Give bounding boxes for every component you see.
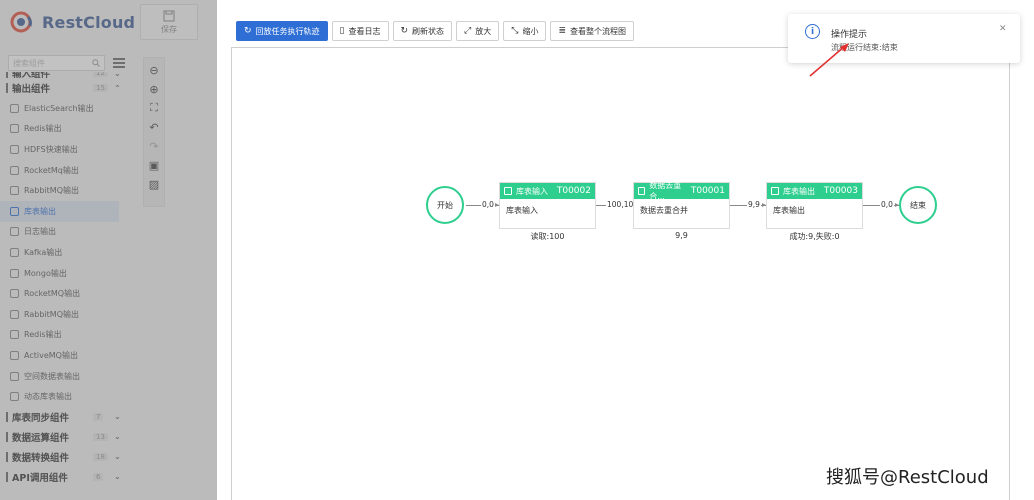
node-name: 库表输入 — [506, 206, 538, 215]
zoom-in-button[interactable]: ⤢ 放大 — [456, 21, 500, 41]
node-name: 数据去重合并 — [640, 206, 688, 215]
table-input-icon — [504, 187, 512, 195]
node-stat: 读取:100 — [530, 232, 565, 241]
view-log-button[interactable]: ▯ 查看日志 — [331, 21, 389, 41]
menu-icon: ≣ — [558, 26, 566, 36]
left-panel: RestCloud 保存 搜索组件 输入组件 12 ⌄ 输出组件 15 ⌃ El… — [0, 0, 217, 500]
notification-title: 操作提示 — [831, 30, 868, 40]
flow-node-dedup-merge[interactable]: 数据去重合... T00001 数据去重合并 — [633, 181, 730, 229]
refresh-icon: ↻ — [400, 26, 409, 36]
dedup-icon — [638, 187, 646, 195]
refresh-status-button[interactable]: ↻ 刷新状态 — [392, 21, 453, 41]
node-stat: 9,9 — [675, 231, 688, 240]
modal-mask — [0, 0, 217, 500]
zoom-out-button[interactable]: ⤡ 缩小 — [503, 21, 547, 41]
start-node[interactable]: 开始 — [426, 186, 464, 224]
flow-node-table-input[interactable]: 库表输入 T00002 库表输入 — [499, 182, 596, 229]
view-whole-flow-button[interactable]: ≣ 查看整个流程图 — [550, 21, 634, 41]
close-icon[interactable]: ✕ — [999, 24, 1007, 34]
flow-toolbar: ↻ 回放任务执行轨迹 ▯ 查看日志 ↻ 刷新状态 ⤢ 放大 ⤡ 缩小 ≣ 查看整个流程图 — [236, 21, 634, 41]
edge-label: 0,0 — [481, 200, 495, 209]
edge-label: 0,0 — [880, 200, 894, 209]
table-output-icon — [771, 187, 779, 195]
refresh-icon: ↻ — [244, 26, 252, 36]
watermark: 搜狐号@RestCloud — [826, 467, 989, 488]
end-node[interactable]: 结束 — [899, 186, 937, 224]
info-icon: i — [805, 24, 820, 39]
flow-node-table-output[interactable]: 库表输出 T00003 库表输出 — [766, 182, 863, 229]
replay-button[interactable]: ↻ 回放任务执行轨迹 — [236, 21, 328, 41]
document-icon: ▯ — [339, 26, 345, 36]
flow-canvas[interactable]: 开始 0,0 库表输入 T00002 库表输入 读取:100 100,100 数据… — [231, 47, 1010, 500]
annotation-arrow-icon — [809, 43, 849, 77]
shrink-icon: ⤡ — [511, 26, 519, 36]
node-stat: 成功:9,失败:0 — [789, 232, 840, 241]
expand-icon: ⤢ — [464, 26, 472, 36]
node-name: 库表输出 — [773, 206, 805, 215]
edge-label: 9,9 — [747, 200, 761, 209]
